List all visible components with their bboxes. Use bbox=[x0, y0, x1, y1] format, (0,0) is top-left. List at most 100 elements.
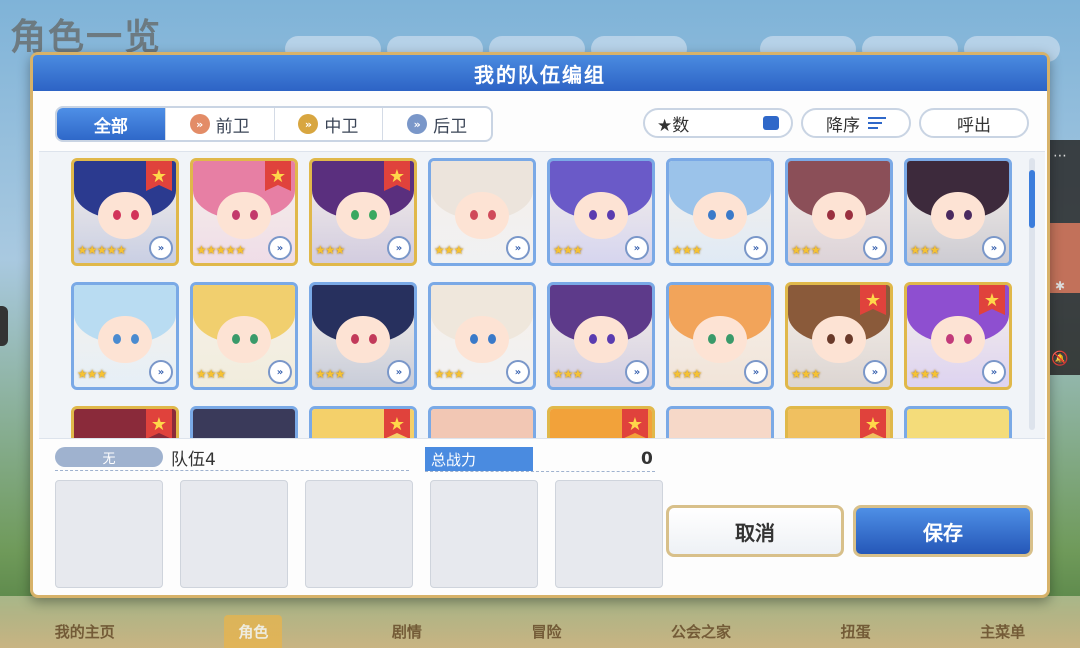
team-slots bbox=[55, 480, 663, 588]
role-chevron-icon: » bbox=[982, 360, 1006, 384]
rarity-stars: ★★★ bbox=[77, 367, 107, 381]
character-card[interactable]: ★★★ » bbox=[71, 282, 179, 390]
role-chevron-icon: » bbox=[268, 236, 292, 260]
role-chevron-icon: » bbox=[506, 236, 530, 260]
filter-tab-label: 后卫 bbox=[433, 116, 468, 137]
character-portrait bbox=[193, 409, 295, 438]
character-card[interactable]: ★★★ » bbox=[547, 158, 655, 266]
scroll-thumb[interactable] bbox=[1029, 170, 1035, 228]
sort-order-button[interactable]: 降序 bbox=[801, 108, 911, 138]
character-card[interactable]: ★★★ » bbox=[547, 282, 655, 390]
bottom-nav-item[interactable]: 主菜单 bbox=[980, 621, 1025, 648]
role-chevron-icon: » bbox=[149, 236, 173, 260]
character-card[interactable]: ★★★★» bbox=[309, 406, 417, 438]
role-chevron-icon: » bbox=[744, 360, 768, 384]
bottom-nav-item[interactable]: 扭蛋 bbox=[841, 621, 871, 648]
character-card[interactable]: ★★★★» bbox=[309, 158, 417, 266]
mid-role-icon: » bbox=[298, 114, 319, 134]
front-role-icon: » bbox=[189, 114, 210, 134]
team-edit-dialog: 我的队伍编组 全部» 前卫» 中卫» 后卫 ★数 降序 呼出 ★ ★★★★★» ★ ★★★★… bbox=[30, 52, 1050, 598]
filter-tab-label: 前卫 bbox=[215, 116, 250, 137]
role-chevron-icon: » bbox=[625, 360, 649, 384]
rarity-stars: ★★★ bbox=[672, 367, 702, 381]
mute-icon[interactable]: 🔕 bbox=[1051, 351, 1068, 367]
filter-tab[interactable]: » 中卫 bbox=[275, 108, 384, 140]
bottom-nav-item[interactable]: 剧情 bbox=[392, 621, 422, 648]
sort-by-stars-button[interactable]: ★数 bbox=[643, 108, 793, 138]
character-portrait bbox=[907, 409, 1009, 438]
character-card[interactable]: ★★★ » bbox=[428, 282, 536, 390]
rarity-stars: ★★★ bbox=[553, 367, 583, 381]
team-slot[interactable] bbox=[55, 480, 163, 588]
character-grid-area[interactable]: ★ ★★ ★★★ » ★ ★★ ★★★ » ★ ★★★» ★★★ » ★★★ » ★★★ » ★★★ » ★★★ » ★… bbox=[39, 151, 1045, 439]
character-card[interactable]: ★★★★» bbox=[547, 406, 655, 438]
bottom-nav-item[interactable]: 我的主页 bbox=[55, 621, 115, 648]
character-card[interactable]: ★★★ » bbox=[785, 158, 893, 266]
character-card[interactable]: ★★★ » bbox=[666, 282, 774, 390]
team-slot[interactable] bbox=[555, 480, 663, 588]
rarity-stars: ★★★★★ bbox=[77, 243, 127, 257]
team-slot[interactable] bbox=[305, 480, 413, 588]
bottom-nav-item[interactable]: 冒险 bbox=[531, 621, 561, 648]
left-edge-handle[interactable] bbox=[0, 306, 8, 346]
role-chevron-icon: » bbox=[625, 236, 649, 260]
rarity-stars: ★★★ bbox=[910, 367, 940, 381]
call-label: 呼出 bbox=[957, 115, 991, 136]
sort-lines-icon bbox=[868, 117, 886, 129]
character-card[interactable]: ★★★★» bbox=[785, 282, 893, 390]
team-underline bbox=[55, 470, 409, 471]
role-chevron-icon: » bbox=[863, 236, 887, 260]
character-card[interactable]: ★★★★» bbox=[904, 282, 1012, 390]
filter-tab[interactable]: 全部 bbox=[57, 108, 166, 140]
rarity-stars: ★★★ bbox=[434, 243, 464, 257]
character-card[interactable]: ★ ★★★★★» bbox=[71, 158, 179, 266]
team-slot[interactable] bbox=[180, 480, 288, 588]
total-power-label: 总战力 bbox=[425, 447, 533, 471]
team-name: 队伍4 bbox=[171, 450, 216, 470]
filter-tab[interactable]: » 前卫 bbox=[166, 108, 275, 140]
rarity-stars: ★★★ bbox=[910, 243, 940, 257]
filter-tab[interactable]: » 后卫 bbox=[383, 108, 491, 140]
team-tag[interactable]: 无 bbox=[55, 447, 163, 467]
rarity-stars: ★★★★★ bbox=[196, 243, 246, 257]
character-card[interactable]: ★★★» bbox=[904, 158, 1012, 266]
vibrate-icon: ✱ bbox=[1054, 278, 1066, 293]
character-card[interactable]: ★★★» bbox=[190, 406, 298, 438]
rarity-stars: ★★★ bbox=[791, 243, 821, 257]
bottom-nav-item[interactable]: 角色 bbox=[224, 615, 283, 648]
more-icon[interactable]: ⋯ bbox=[1053, 148, 1067, 164]
character-card[interactable]: ★★★ » bbox=[428, 158, 536, 266]
role-chevron-icon: » bbox=[387, 236, 411, 260]
character-portrait bbox=[431, 409, 533, 438]
bottom-nav-item[interactable]: 公会之家 bbox=[671, 621, 731, 648]
character-card[interactable]: ★★★» bbox=[666, 406, 774, 438]
character-card[interactable]: ★★★ » bbox=[190, 282, 298, 390]
order-label: 降序 bbox=[826, 115, 860, 136]
rarity-stars: ★★★ bbox=[315, 367, 345, 381]
dialog-title: 我的队伍编组 bbox=[474, 62, 606, 87]
rarity-stars: ★★★ bbox=[434, 367, 464, 381]
role-chevron-icon: » bbox=[149, 360, 173, 384]
character-card[interactable]: ★★★» bbox=[666, 158, 774, 266]
call-button[interactable]: 呼出 bbox=[919, 108, 1029, 138]
save-button[interactable]: 保存 bbox=[853, 505, 1033, 557]
cancel-button[interactable]: 取消 bbox=[666, 505, 844, 557]
character-card[interactable]: ★ ★★★★★» bbox=[190, 158, 298, 266]
role-chevron-icon: » bbox=[506, 360, 530, 384]
total-power-value: 0 bbox=[641, 449, 653, 469]
back-role-icon: » bbox=[407, 114, 428, 134]
character-card[interactable]: ★★★★» bbox=[785, 406, 893, 438]
character-card[interactable]: ★★★» bbox=[428, 406, 536, 438]
character-card[interactable]: ★★★» bbox=[904, 406, 1012, 438]
rarity-stars: ★★★ bbox=[791, 367, 821, 381]
team-slot[interactable] bbox=[430, 480, 538, 588]
role-chevron-icon: » bbox=[268, 360, 292, 384]
dialog-header: 我的队伍编组 bbox=[33, 55, 1047, 91]
rarity-stars: ★★★ bbox=[553, 243, 583, 257]
character-card[interactable]: ★★★ » bbox=[309, 282, 417, 390]
rarity-stars: ★★★ bbox=[196, 367, 226, 381]
filter-tab-label: 中卫 bbox=[324, 116, 359, 137]
character-card[interactable]: ★★★★» bbox=[71, 406, 179, 438]
role-chevron-icon: » bbox=[387, 360, 411, 384]
grid-scrollbar[interactable] bbox=[1029, 158, 1035, 430]
